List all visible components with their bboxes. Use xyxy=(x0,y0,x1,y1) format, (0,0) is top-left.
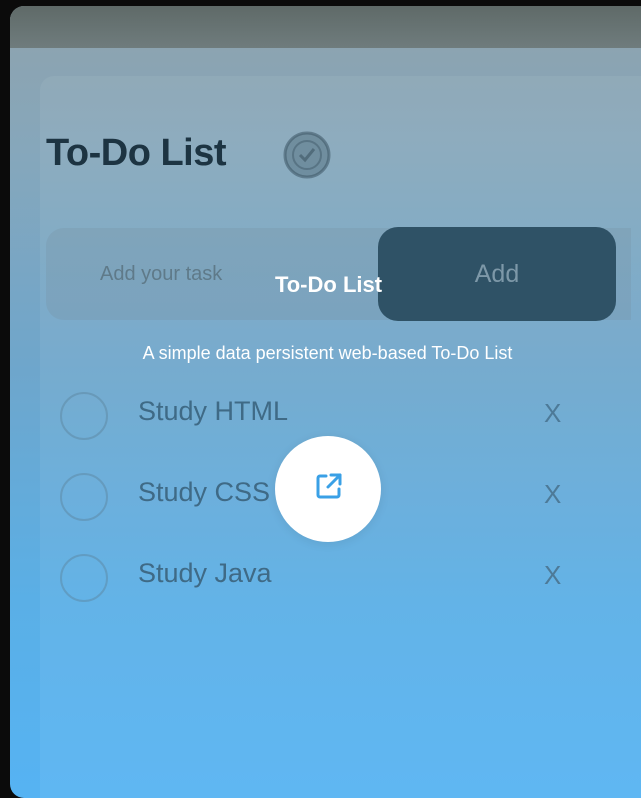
delete-task-button[interactable]: X xyxy=(544,560,561,591)
open-project-link-button[interactable] xyxy=(275,436,381,542)
overlay-title: To-Do List xyxy=(0,272,641,298)
app-title: To-Do List xyxy=(46,132,227,174)
delete-task-button[interactable]: X xyxy=(544,479,561,510)
open-external-icon xyxy=(316,473,342,499)
task-checkbox[interactable] xyxy=(60,554,108,602)
task-item[interactable]: Study Java X xyxy=(60,548,620,608)
task-text: Study CSS xyxy=(138,477,271,507)
card-top-bar xyxy=(10,6,641,48)
overlay-description: A simple data persistent web-based To-Do… xyxy=(142,343,513,363)
overlay-title-text: To-Do List xyxy=(274,272,383,297)
delete-task-button[interactable]: X xyxy=(544,398,561,429)
task-text: Study HTML xyxy=(138,396,289,426)
checkmark-badge-icon xyxy=(282,130,332,180)
task-text: Study Java xyxy=(138,558,272,588)
task-checkbox[interactable] xyxy=(60,392,108,440)
task-checkbox[interactable] xyxy=(60,473,108,521)
